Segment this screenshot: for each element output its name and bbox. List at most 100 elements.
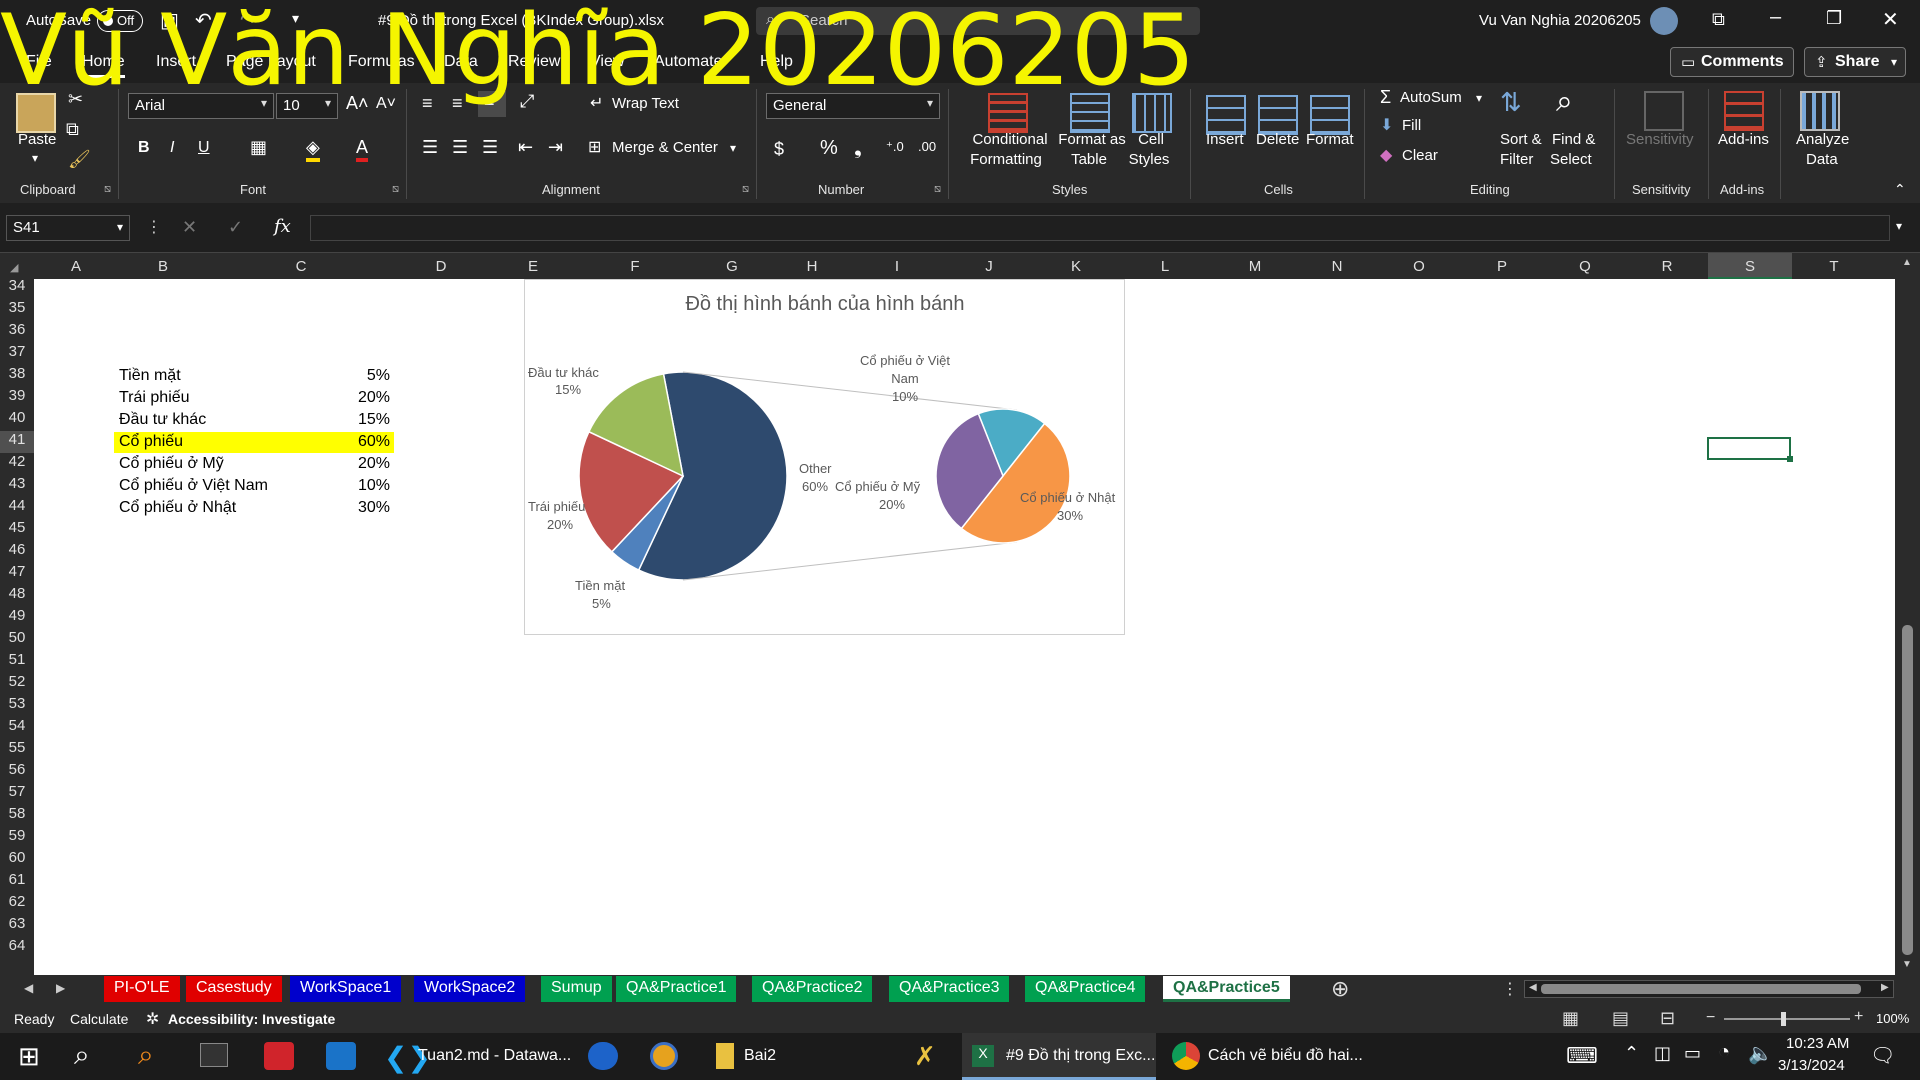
fill-button[interactable]: Fill — [1402, 117, 1421, 134]
row-header-61[interactable]: 61 — [0, 871, 34, 893]
zoom-slider[interactable] — [1724, 1018, 1850, 1020]
search-icon[interactable]: ⌕ — [74, 1039, 90, 1072]
delete-button[interactable]: Delete — [1256, 131, 1299, 148]
sheet-tab[interactable]: QA&Practice4 — [1025, 976, 1146, 1002]
cancel-icon[interactable]: ✕ — [182, 217, 197, 238]
scroll-down-icon[interactable]: ▼ — [1902, 959, 1912, 970]
sheet-tab[interactable]: WorkSpace1 — [290, 976, 402, 1002]
column-header-i[interactable]: I — [852, 258, 942, 275]
cell-value[interactable]: 5% — [334, 367, 390, 385]
close-icon[interactable]: ✕ — [1882, 7, 1899, 32]
paste-button[interactable]: Paste — [18, 131, 56, 148]
sort-filter-line1[interactable]: Sort & — [1500, 131, 1542, 148]
enter-icon[interactable]: ✓ — [228, 217, 243, 238]
row-header-35[interactable]: 35 — [0, 299, 34, 321]
cell-label[interactable]: Trái phiếu — [119, 389, 190, 407]
terminal-icon[interactable] — [200, 1043, 228, 1067]
windows-start-icon[interactable]: ⊞ — [18, 1041, 40, 1072]
row-header-40[interactable]: 40 — [0, 409, 34, 431]
sheet-tab[interactable]: Casestudy — [186, 976, 282, 1002]
cell-styles-line1[interactable]: Cell — [1128, 131, 1174, 148]
row-header-47[interactable]: 47 — [0, 563, 34, 585]
merge-center-icon[interactable]: ⊞ — [588, 137, 601, 157]
column-header-t[interactable]: T — [1792, 258, 1876, 275]
tray-chevron-icon[interactable]: ⌃ — [1624, 1043, 1639, 1064]
cell-label[interactable]: Cổ phiếu ở Việt Nam — [119, 477, 268, 495]
page-layout-view-icon[interactable]: ▤ — [1612, 1008, 1629, 1029]
format-as-table-line2[interactable]: Table — [1054, 151, 1124, 168]
conditional-formatting-line2[interactable]: Formatting — [962, 151, 1050, 168]
column-header-f[interactable]: F — [578, 258, 692, 275]
row-header-64[interactable]: 64 — [0, 937, 34, 959]
insert-function-icon[interactable]: fx — [274, 216, 291, 237]
add-sheet-icon[interactable]: ⊕ — [1331, 976, 1349, 1002]
percent-icon[interactable]: % — [820, 137, 838, 160]
formula-input[interactable] — [310, 215, 1890, 241]
avatar[interactable] — [1650, 7, 1678, 35]
column-header-h[interactable]: H — [772, 258, 852, 275]
cell-value[interactable]: 20% — [334, 389, 390, 407]
app-blue-icon[interactable] — [326, 1042, 356, 1070]
currency-icon[interactable]: $ — [774, 139, 784, 160]
meet-icon[interactable]: ◫ — [1654, 1043, 1671, 1064]
column-header-m[interactable]: M — [1214, 258, 1296, 275]
row-header-42[interactable]: 42 — [0, 453, 34, 475]
column-header-d[interactable]: D — [394, 258, 488, 275]
cell-value[interactable]: 30% — [334, 499, 390, 517]
app-tools-icon[interactable]: ✗ — [914, 1041, 936, 1072]
cell-label[interactable]: Cổ phiếu — [119, 433, 183, 451]
clear-icon[interactable]: ◆ — [1380, 145, 1392, 165]
copy-icon[interactable]: ⧉ — [66, 119, 79, 140]
collapse-ribbon-icon[interactable]: ⌃ — [1894, 181, 1906, 198]
scrollbar-thumb[interactable] — [1902, 625, 1913, 955]
analyze-data-line1[interactable]: Analyze — [1796, 131, 1849, 148]
cell-label[interactable]: Cổ phiếu ở Nhật — [119, 499, 236, 517]
minimize-icon[interactable]: – — [1770, 6, 1781, 29]
chevron-down-icon[interactable]: ▾ — [32, 151, 38, 165]
column-header-k[interactable]: K — [1036, 258, 1116, 275]
decrease-decimal-icon[interactable]: .00 — [918, 139, 936, 154]
taskbar-folder[interactable]: Bai2 — [744, 1047, 776, 1065]
bold-icon[interactable]: B — [138, 139, 150, 157]
column-header-r[interactable]: R — [1626, 258, 1708, 275]
sheet-tab[interactable]: QA&Practice3 — [889, 976, 1010, 1002]
align-right-icon[interactable]: ☰ — [482, 137, 498, 158]
align-center-icon[interactable]: ☰ — [452, 137, 468, 158]
selected-cell[interactable] — [1707, 437, 1793, 462]
insert-button[interactable]: Insert — [1206, 131, 1244, 148]
row-header-59[interactable]: 59 — [0, 827, 34, 849]
chrome-icon[interactable] — [1172, 1042, 1200, 1070]
column-header-o[interactable]: O — [1378, 258, 1460, 275]
row-header-45[interactable]: 45 — [0, 519, 34, 541]
accessibility-status[interactable]: Accessibility: Investigate — [168, 1011, 335, 1027]
chevron-down-icon[interactable]: ▾ — [730, 141, 736, 155]
column-header-q[interactable]: Q — [1544, 258, 1626, 275]
merge-center-button[interactable]: Merge & Center — [612, 139, 718, 156]
row-header-60[interactable]: 60 — [0, 849, 34, 871]
sheet-tab[interactable]: PI-O'LE — [104, 976, 180, 1002]
sheet-tab[interactable]: QA&Practice2 — [752, 976, 873, 1002]
clear-button[interactable]: Clear — [1402, 147, 1438, 164]
row-header-57[interactable]: 57 — [0, 783, 34, 805]
name-box[interactable]: S41 ▾ — [6, 215, 130, 241]
column-header-l[interactable]: L — [1116, 258, 1214, 275]
underline-icon[interactable]: U — [198, 139, 210, 157]
scroll-up-icon[interactable]: ▲ — [1902, 257, 1912, 268]
row-header-62[interactable]: 62 — [0, 893, 34, 915]
zoom-out-icon[interactable]: − — [1706, 1009, 1715, 1027]
cell-label[interactable]: Đầu tư khác — [119, 411, 206, 429]
zoom-in-icon[interactable]: + — [1854, 1008, 1863, 1026]
column-header-a[interactable]: A — [34, 258, 118, 275]
ribbon-display-icon[interactable]: ⧉ — [1712, 9, 1725, 30]
volume-icon[interactable]: 🔈 — [1748, 1041, 1773, 1066]
autosum-icon[interactable]: Σ — [1380, 87, 1391, 108]
user-name[interactable]: Vu Van Nghia 20206205 — [1479, 12, 1641, 29]
status-calculate[interactable]: Calculate — [70, 1011, 128, 1027]
keyboard-icon[interactable]: ⌨ — [1566, 1043, 1598, 1069]
format-cells-icon[interactable] — [1310, 95, 1350, 135]
format-button[interactable]: Format — [1306, 131, 1354, 148]
docker-icon[interactable] — [588, 1042, 618, 1070]
column-header-g[interactable]: G — [692, 258, 772, 275]
prev-sheet-icon[interactable]: ◀ — [24, 981, 33, 995]
zoom-slider-thumb[interactable] — [1781, 1012, 1786, 1026]
